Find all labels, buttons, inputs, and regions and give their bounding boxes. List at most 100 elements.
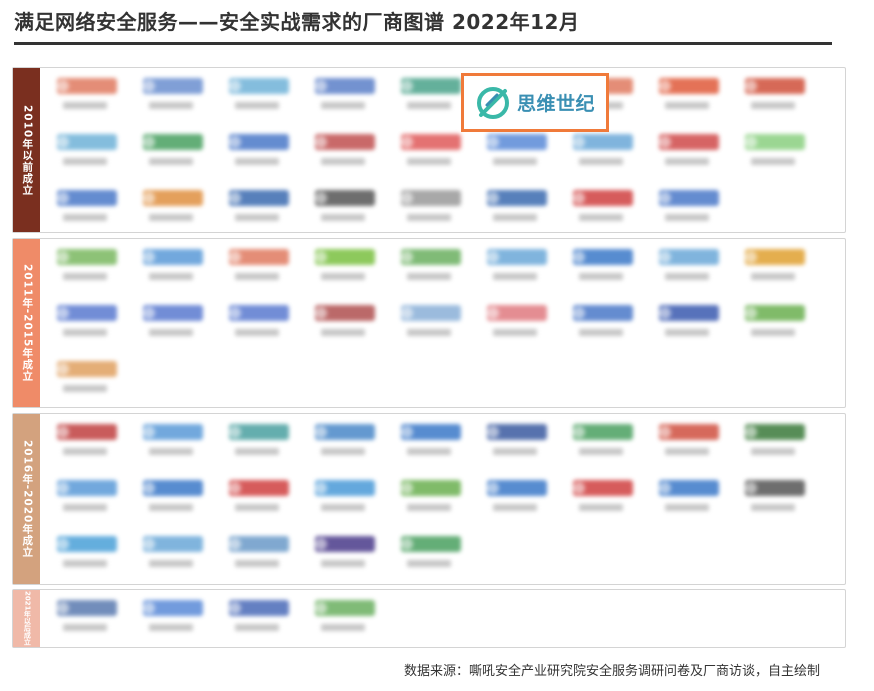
vendor-logo — [137, 596, 217, 646]
vendor-logo — [137, 186, 217, 236]
vendor-logo-mark — [315, 536, 375, 552]
vendor-logo — [309, 476, 389, 526]
vendor-logo — [223, 532, 303, 582]
vendor-logo-mark — [143, 249, 203, 265]
vendor-logo — [223, 130, 303, 180]
vendor-logo-mark — [401, 424, 461, 440]
vendor-logo-mark — [659, 480, 719, 496]
vendor-logo-mark — [487, 190, 547, 206]
band-2011-2015: 2011年-2015年成立 — [12, 238, 846, 408]
vendor-logo-caption — [493, 448, 537, 455]
vendor-logo-grid — [51, 590, 839, 647]
vendor-logo-mark — [401, 134, 461, 150]
vendor-logo-caption — [665, 158, 709, 165]
vendor-logo — [739, 245, 819, 295]
vendor-logo — [567, 186, 647, 236]
vendor-logo-mark — [143, 424, 203, 440]
vendor-logo — [567, 476, 647, 526]
vendor-logo-mark — [229, 305, 289, 321]
vendor-logo-caption — [321, 102, 365, 109]
vendor-logo-mark — [745, 480, 805, 496]
vendor-logo-mark — [315, 134, 375, 150]
vendor-logo — [395, 532, 475, 582]
vendor-logo-mark — [229, 190, 289, 206]
vendor-logo-caption — [63, 448, 107, 455]
vendor-logo-mark — [573, 305, 633, 321]
band-after-2021: 2021年以后成立 — [12, 589, 846, 648]
vendor-logo — [137, 245, 217, 295]
vendor-logo-mark — [745, 134, 805, 150]
vendor-logo — [51, 130, 131, 180]
vendor-logo-caption — [407, 102, 451, 109]
vendor-logo-caption — [149, 329, 193, 336]
vendor-logo-caption — [149, 273, 193, 280]
vendor-logo-caption — [235, 560, 279, 567]
vendor-logo-mark — [143, 305, 203, 321]
vendor-logo-caption — [235, 504, 279, 511]
vendor-logo — [51, 476, 131, 526]
vendor-logo-caption — [579, 448, 623, 455]
vendor-logo — [309, 74, 389, 124]
vendor-logo-caption — [149, 158, 193, 165]
vendor-logo-mark — [315, 480, 375, 496]
vendor-logo-mark — [57, 480, 117, 496]
vendor-logo-caption — [665, 273, 709, 280]
vendor-logo-mark — [143, 536, 203, 552]
band-label: 2010年以前成立 — [13, 68, 40, 232]
vendor-logo-mark — [659, 78, 719, 94]
vendor-logo — [223, 596, 303, 646]
vendor-logo-mark — [143, 190, 203, 206]
vendor-logo — [481, 245, 561, 295]
vendor-logo-grid — [51, 239, 839, 407]
vendor-logo — [653, 186, 733, 236]
band-label: 2011年-2015年成立 — [13, 239, 40, 407]
vendor-logo-caption — [63, 214, 107, 221]
vendor-logo-mark — [487, 480, 547, 496]
vendor-logo-caption — [235, 448, 279, 455]
vendor-logo-caption — [407, 329, 451, 336]
vendor-logo-caption — [149, 624, 193, 631]
vendor-logo — [309, 596, 389, 646]
vendor-logo — [51, 186, 131, 236]
vendor-logo-caption — [149, 560, 193, 567]
vendor-logo-caption — [63, 560, 107, 567]
vendor-logo-caption — [751, 102, 795, 109]
vendor-logo-caption — [579, 273, 623, 280]
vendor-logo-mark — [315, 600, 375, 616]
vendor-logo-caption — [235, 273, 279, 280]
vendor-logo — [309, 245, 389, 295]
vendor-logo-caption — [63, 624, 107, 631]
vendor-logo-mark — [229, 134, 289, 150]
vendor-logo — [395, 476, 475, 526]
vendor-logo-mark — [57, 600, 117, 616]
vendor-logo — [223, 74, 303, 124]
vendor-logo-mark — [315, 305, 375, 321]
vendor-logo-caption — [321, 504, 365, 511]
vendor-logo — [739, 74, 819, 124]
vendor-logo-caption — [149, 214, 193, 221]
vendor-logo — [567, 245, 647, 295]
vendor-logo-mark — [57, 361, 117, 377]
highlighted-vendor-logo: 思维世纪 — [461, 73, 609, 132]
highlighted-vendor-name: 思维世纪 — [516, 93, 595, 115]
siwei-shiji-logo-icon — [476, 86, 509, 119]
vendor-logo-mark — [401, 78, 461, 94]
vendor-logo — [739, 301, 819, 351]
vendor-logo-caption — [63, 504, 107, 511]
vendor-logo — [481, 130, 561, 180]
vendor-logo-caption — [235, 329, 279, 336]
vendor-logo — [137, 301, 217, 351]
vendor-logo-caption — [751, 504, 795, 511]
vendor-logo-mark — [315, 424, 375, 440]
vendor-logo-mark — [229, 600, 289, 616]
source-note: 数据来源：嘶吼安全产业研究院安全服务调研问卷及厂商访谈，自主绘制 — [403, 664, 820, 679]
vendor-logo-mark — [401, 536, 461, 552]
vendor-logo — [395, 186, 475, 236]
vendor-logo — [739, 420, 819, 470]
band-before-2010: 2010年以前成立 — [12, 67, 846, 233]
vendor-logo-caption — [149, 504, 193, 511]
vendor-logo — [309, 301, 389, 351]
vendor-logo-mark — [57, 536, 117, 552]
vendor-logo-caption — [63, 329, 107, 336]
vendor-logo — [137, 74, 217, 124]
